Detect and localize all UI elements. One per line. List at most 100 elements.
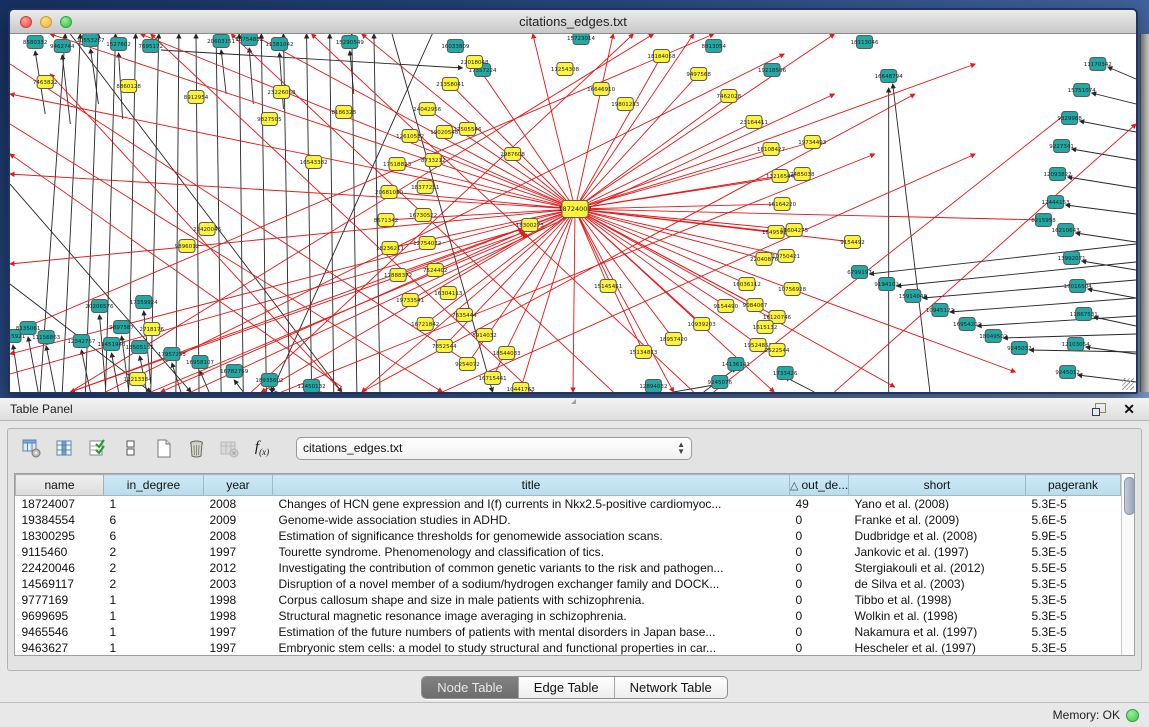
table-cell[interactable]: 2003	[204, 576, 273, 592]
window-titlebar[interactable]: citations_edges.txt	[10, 10, 1136, 34]
table-cell[interactable]: 5.9E-5	[1026, 528, 1121, 544]
column-header-in-degree[interactable]: in_degree	[104, 475, 204, 496]
table-row[interactable]: 1938455462009Genome-wide association stu…	[16, 512, 1121, 528]
delete-column-trash-icon[interactable]	[183, 435, 209, 461]
table-cell[interactable]: 0	[790, 592, 849, 608]
table-cell[interactable]: 1998	[204, 592, 273, 608]
table-mode-icon[interactable]	[18, 435, 44, 461]
table-row[interactable]: 969969511998Structural magnetic resonanc…	[16, 608, 1121, 624]
table-cell[interactable]: 9699695	[16, 608, 104, 624]
table-row[interactable]: 946554611997Estimation of the future num…	[16, 624, 1121, 640]
table-cell[interactable]: 2	[104, 576, 204, 592]
table-row[interactable]: 1830029562008Estimation of significance …	[16, 528, 1121, 544]
table-cell[interactable]: Wolkin et al. (1998)	[849, 608, 1026, 624]
table-cell[interactable]: 0	[790, 544, 849, 560]
table-row[interactable]: 1456911722003Disruption of a novel membe…	[16, 576, 1121, 592]
node-table[interactable]: namein_degreeyeartitle△out_de...shortpag…	[15, 474, 1121, 656]
table-cell[interactable]: 2012	[204, 560, 273, 576]
column-header-short[interactable]: short	[849, 475, 1026, 496]
table-cell[interactable]: Stergiakouli et al. (2012)	[849, 560, 1026, 576]
table-cell[interactable]: Investigating the contribution of common…	[273, 560, 790, 576]
table-cell[interactable]: 14569117	[16, 576, 104, 592]
close-panel-icon[interactable]: ✕	[1123, 402, 1135, 416]
table-cell[interactable]: 22420046	[16, 560, 104, 576]
table-cell[interactable]: Estimation of the future numbers of pati…	[273, 624, 790, 640]
table-cell[interactable]: 5.3E-5	[1026, 592, 1121, 608]
close-window-button[interactable]	[20, 16, 32, 28]
create-column-icon[interactable]	[150, 435, 176, 461]
show-columns-icon[interactable]	[51, 435, 77, 461]
table-cell[interactable]: 5.3E-5	[1026, 608, 1121, 624]
table-cell[interactable]: Corpus callosum shape and size in male p…	[273, 592, 790, 608]
table-cell[interactable]: 1997	[204, 544, 273, 560]
tab-node-table[interactable]: Node Table	[422, 677, 518, 698]
table-cell[interactable]: 0	[790, 640, 849, 656]
float-panel-icon[interactable]	[1092, 403, 1107, 416]
table-cell[interactable]: de Silva et al. (2003)	[849, 576, 1026, 592]
table-cell[interactable]: Nakamura et al. (1997)	[849, 624, 1026, 640]
table-cell[interactable]: 1997	[204, 640, 273, 656]
network-canvas[interactable]: 8580332946274410553267152760276951722060…	[10, 34, 1136, 392]
table-cell[interactable]: Jankovic et al. (1997)	[849, 544, 1026, 560]
table-cell[interactable]: 5.3E-5	[1026, 576, 1121, 592]
column-checklist-icon[interactable]	[84, 435, 110, 461]
table-cell[interactable]: 0	[790, 512, 849, 528]
table-cell[interactable]: 1997	[204, 624, 273, 640]
table-cell[interactable]: Tourette syndrome. Phenomenology and cla…	[273, 544, 790, 560]
table-row[interactable]: 911546021997Tourette syndrome. Phenomeno…	[16, 544, 1121, 560]
table-cell[interactable]: 18724007	[16, 496, 104, 512]
table-row[interactable]: 977716911998Corpus callosum shape and si…	[16, 592, 1121, 608]
table-cell[interactable]: Franke et al. (2009)	[849, 512, 1026, 528]
table-cell[interactable]: 9115460	[16, 544, 104, 560]
resize-grip-icon[interactable]	[1122, 378, 1134, 390]
column-header-year[interactable]: year	[204, 475, 273, 496]
table-cell[interactable]: Changes of HCN gene expression and I(f) …	[273, 496, 790, 512]
table-cell[interactable]: 0	[790, 608, 849, 624]
table-cell[interactable]: 0	[790, 528, 849, 544]
table-cell[interactable]: 6	[104, 512, 204, 528]
table-cell[interactable]: 1	[104, 496, 204, 512]
table-cell[interactable]: 9463627	[16, 640, 104, 656]
table-cell[interactable]: 1	[104, 624, 204, 640]
table-row[interactable]: 1872400712008Changes of HCN gene express…	[16, 496, 1121, 512]
minimize-window-button[interactable]	[40, 16, 52, 28]
column-header-pagerank[interactable]: pagerank	[1026, 475, 1121, 496]
table-cell[interactable]: 2008	[204, 528, 273, 544]
table-cell[interactable]: 0	[790, 624, 849, 640]
zoom-window-button[interactable]	[60, 16, 72, 28]
memory-status-indicator[interactable]	[1126, 709, 1139, 722]
table-cell[interactable]: 1	[104, 608, 204, 624]
table-cell[interactable]: 5.5E-5	[1026, 560, 1121, 576]
table-cell[interactable]: 5.6E-5	[1026, 512, 1121, 528]
table-cell[interactable]: 2	[104, 560, 204, 576]
table-cell[interactable]: 2	[104, 544, 204, 560]
column-header-name[interactable]: name	[16, 475, 104, 496]
table-cell[interactable]: Structural magnetic resonance image aver…	[273, 608, 790, 624]
table-cell[interactable]: Dudbridge et al. (2008)	[849, 528, 1026, 544]
table-cell[interactable]: 19384554	[16, 512, 104, 528]
table-select-dropdown[interactable]: citations_edges.txt ▲▼	[296, 437, 692, 460]
table-cell[interactable]: 9777169	[16, 592, 104, 608]
citation-network-graph[interactable]: 8580332946274410553267152760276951722060…	[10, 34, 1136, 392]
table-cell[interactable]: 1	[104, 592, 204, 608]
table-cell[interactable]: Estimation of significance thresholds fo…	[273, 528, 790, 544]
table-cell[interactable]: 5.3E-5	[1026, 544, 1121, 560]
table-cell[interactable]: Genome-wide association studies in ADHD.	[273, 512, 790, 528]
table-row[interactable]: 946362711997Embryonic stem cells: a mode…	[16, 640, 1121, 656]
function-builder-icon[interactable]: f(x)	[249, 435, 275, 461]
table-cell[interactable]: 0	[790, 576, 849, 592]
column-header-out-de-[interactable]: △out_de...	[790, 475, 849, 496]
table-cell[interactable]: 9465546	[16, 624, 104, 640]
table-cell[interactable]: 2008	[204, 496, 273, 512]
table-cell[interactable]: Disruption of a novel member of a sodium…	[273, 576, 790, 592]
row-height-icon[interactable]	[117, 435, 143, 461]
table-cell[interactable]: 49	[790, 496, 849, 512]
table-cell[interactable]: 1998	[204, 608, 273, 624]
table-cell[interactable]: Embryonic stem cells: a model to study s…	[273, 640, 790, 656]
table-cell[interactable]: 5.3E-5	[1026, 640, 1121, 656]
column-header-title[interactable]: title	[273, 475, 790, 496]
table-cell[interactable]: Hescheler et al. (1997)	[849, 640, 1026, 656]
vertical-scrollbar[interactable]	[1121, 474, 1134, 655]
table-cell[interactable]: 5.3E-5	[1026, 624, 1121, 640]
table-cell[interactable]: 6	[104, 528, 204, 544]
